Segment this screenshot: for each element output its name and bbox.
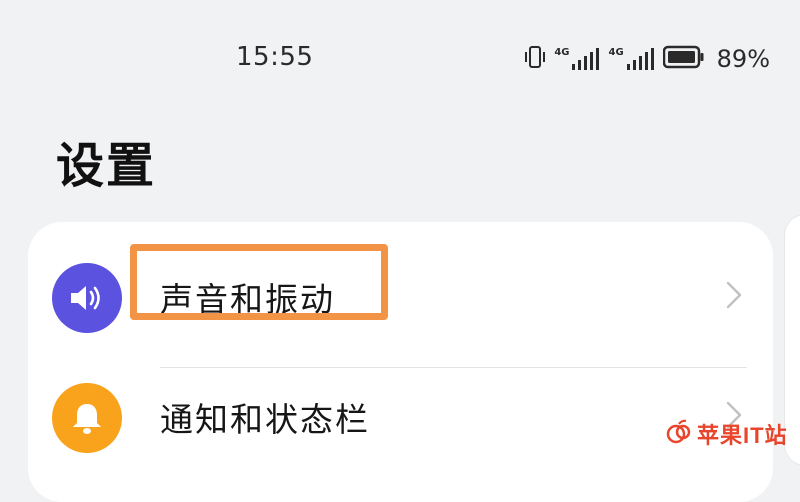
watermark-text: 苹果IT站	[697, 423, 788, 448]
watermark-logo-icon	[665, 418, 693, 450]
signal-4g-icon: 4G	[554, 47, 600, 71]
signal-4g-icon: 4G	[608, 47, 654, 71]
battery-percent: 89%	[716, 45, 770, 73]
watermark: 苹果IT站	[665, 418, 788, 450]
network-type-label: 4G	[554, 47, 570, 58]
chevron-right-icon	[723, 279, 745, 311]
network-type-label: 4G	[608, 47, 624, 58]
status-time: 15:55	[236, 42, 314, 72]
settings-item-notifications-status-bar[interactable]: 通知和状态栏	[28, 355, 773, 475]
bell-icon	[52, 383, 122, 453]
settings-item-label: 通知和状态栏	[160, 400, 370, 439]
vibrate-icon	[524, 44, 546, 74]
status-bar: 15:55 4G 4G 89%	[0, 0, 800, 120]
status-icons: 4G 4G 89%	[524, 44, 770, 74]
speaker-icon	[52, 263, 122, 333]
highlight-box	[130, 244, 388, 320]
battery-icon	[662, 45, 705, 73]
page-title: 设置	[56, 138, 157, 194]
